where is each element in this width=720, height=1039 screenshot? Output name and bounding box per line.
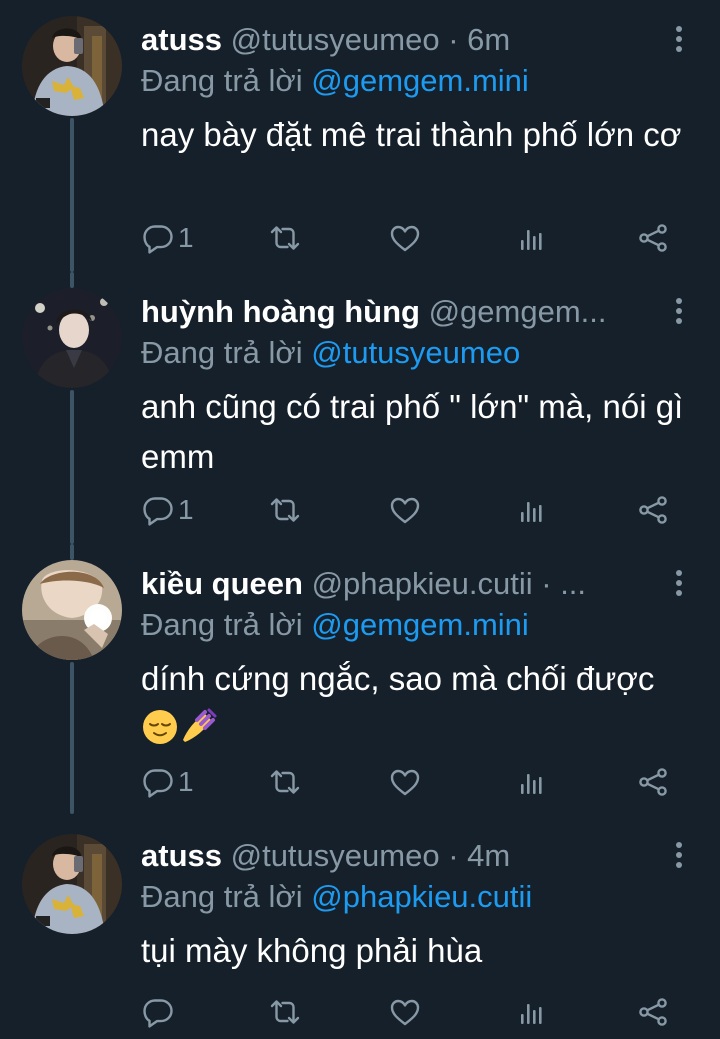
display-name[interactable]: atuss xyxy=(141,838,222,873)
share-icon xyxy=(637,494,669,526)
heart-icon xyxy=(389,996,421,1028)
analytics-icon xyxy=(515,996,547,1028)
reply-icon xyxy=(142,996,174,1028)
display-name[interactable]: kiều queen xyxy=(141,566,303,601)
tweet[interactable]: huỳnh hoàng hùng @gemgem... Đang trả lời… xyxy=(0,272,720,544)
reply-icon xyxy=(142,222,174,254)
heart-icon xyxy=(389,222,421,254)
reply-button[interactable] xyxy=(142,990,178,1034)
tweet-text: dính cứng ngắc, sao mà chối được xyxy=(141,654,691,760)
avatar[interactable] xyxy=(22,834,122,934)
reply-button[interactable]: 1 xyxy=(142,760,194,804)
retweet-button[interactable] xyxy=(268,760,302,804)
tweet[interactable]: atuss @tutusyeumeo · 6m Đang trả lời @ge… xyxy=(0,0,720,272)
like-button[interactable] xyxy=(389,216,421,260)
analytics-button[interactable] xyxy=(515,216,547,260)
timestamp[interactable]: 4m xyxy=(467,838,510,873)
tweet-text-content: dính cứng ngắc, sao mà chối được xyxy=(141,660,655,697)
analytics-icon xyxy=(515,494,547,526)
analytics-button[interactable] xyxy=(515,990,547,1034)
avatar[interactable] xyxy=(22,16,122,116)
share-icon xyxy=(637,766,669,798)
reply-button[interactable]: 1 xyxy=(142,488,194,532)
tweet-header: kiều queen @phapkieu.cutii · ... xyxy=(141,564,650,604)
retweet-icon xyxy=(268,996,302,1028)
replying-to-link[interactable]: @phapkieu.cutii xyxy=(311,879,532,914)
like-button[interactable] xyxy=(389,488,421,532)
reply-button[interactable]: 1 xyxy=(142,216,194,260)
action-bar xyxy=(0,990,720,1034)
like-button[interactable] xyxy=(389,990,421,1034)
analytics-icon xyxy=(515,766,547,798)
heart-icon xyxy=(389,766,421,798)
username[interactable]: @tutusyeumeo xyxy=(231,22,440,57)
separator-dot: · xyxy=(448,22,459,57)
separator-dot: · xyxy=(541,566,552,601)
retweet-button[interactable] xyxy=(268,990,302,1034)
thread-line xyxy=(70,544,74,560)
share-button[interactable] xyxy=(637,216,669,260)
action-bar: 1 xyxy=(0,488,720,532)
thread-line xyxy=(70,272,74,288)
tweet-text: tụi mày không phải hùa xyxy=(141,932,483,969)
display-name[interactable]: atuss xyxy=(141,22,222,57)
replying-to-link[interactable]: @gemgem.mini xyxy=(311,607,529,642)
separator-dot: · xyxy=(448,838,459,873)
reply-count: 1 xyxy=(178,222,194,253)
replying-to-label: Đang trả lời xyxy=(141,63,303,98)
tweet-header: atuss @tutusyeumeo · 6m xyxy=(141,20,650,60)
username[interactable]: @tutusyeumeo xyxy=(231,838,440,873)
more-vertical-icon[interactable] xyxy=(674,842,684,872)
avatar[interactable] xyxy=(22,288,122,388)
reply-icon xyxy=(142,494,174,526)
reply-count: 1 xyxy=(178,766,194,797)
action-bar: 1 xyxy=(0,760,720,804)
analytics-button[interactable] xyxy=(515,488,547,532)
replying-to: Đang trả lời @tutusyeumeo xyxy=(141,332,520,374)
tweet[interactable]: atuss @tutusyeumeo · 4m Đang trả lời @ph… xyxy=(0,814,720,1039)
relieved-face-emoji xyxy=(141,708,179,760)
reply-icon xyxy=(142,766,174,798)
replying-to-label: Đang trả lời xyxy=(141,879,303,914)
timestamp[interactable]: ... xyxy=(560,566,586,601)
retweet-icon xyxy=(268,494,302,526)
like-button[interactable] xyxy=(389,760,421,804)
replying-to-link[interactable]: @tutusyeumeo xyxy=(311,335,520,370)
more-vertical-icon[interactable] xyxy=(674,26,684,56)
tweet-header: huỳnh hoàng hùng @gemgem... xyxy=(141,292,650,332)
analytics-button[interactable] xyxy=(515,760,547,804)
share-button[interactable] xyxy=(637,990,669,1034)
retweet-button[interactable] xyxy=(268,216,302,260)
share-icon xyxy=(637,222,669,254)
timestamp[interactable]: 6m xyxy=(467,22,510,57)
replying-to-label: Đang trả lời xyxy=(141,607,303,642)
tweet[interactable]: kiều queen @phapkieu.cutii · ... Đang tr… xyxy=(0,544,720,814)
replying-to: Đang trả lời @phapkieu.cutii xyxy=(141,876,532,918)
action-bar: 1 xyxy=(0,216,720,260)
retweet-icon xyxy=(268,222,302,254)
tweet-header: atuss @tutusyeumeo · 4m xyxy=(141,836,650,876)
more-vertical-icon[interactable] xyxy=(674,298,684,328)
share-button[interactable] xyxy=(637,488,669,532)
retweet-button[interactable] xyxy=(268,488,302,532)
replying-to: Đang trả lời @gemgem.mini xyxy=(141,604,529,646)
heart-icon xyxy=(389,494,421,526)
tweet-text: anh cũng có trai phố " lớn" mà, nói gì e… xyxy=(141,388,684,475)
share-button[interactable] xyxy=(637,760,669,804)
nail-polish-emoji xyxy=(179,706,219,760)
avatar[interactable] xyxy=(22,560,122,660)
reply-count: 1 xyxy=(178,494,194,525)
replying-to: Đang trả lời @gemgem.mini xyxy=(141,60,529,102)
share-icon xyxy=(637,996,669,1028)
replying-to-link[interactable]: @gemgem.mini xyxy=(311,63,529,98)
analytics-icon xyxy=(515,222,547,254)
replying-to-label: Đang trả lời xyxy=(141,335,303,370)
retweet-icon xyxy=(268,766,302,798)
more-vertical-icon[interactable] xyxy=(674,570,684,600)
tweet-text: nay bày đặt mê trai thành phố lớn cơ xyxy=(141,116,682,153)
username[interactable]: @phapkieu.cutii xyxy=(312,566,533,601)
username[interactable]: @gemgem... xyxy=(429,294,607,329)
display-name[interactable]: huỳnh hoàng hùng xyxy=(141,294,420,329)
